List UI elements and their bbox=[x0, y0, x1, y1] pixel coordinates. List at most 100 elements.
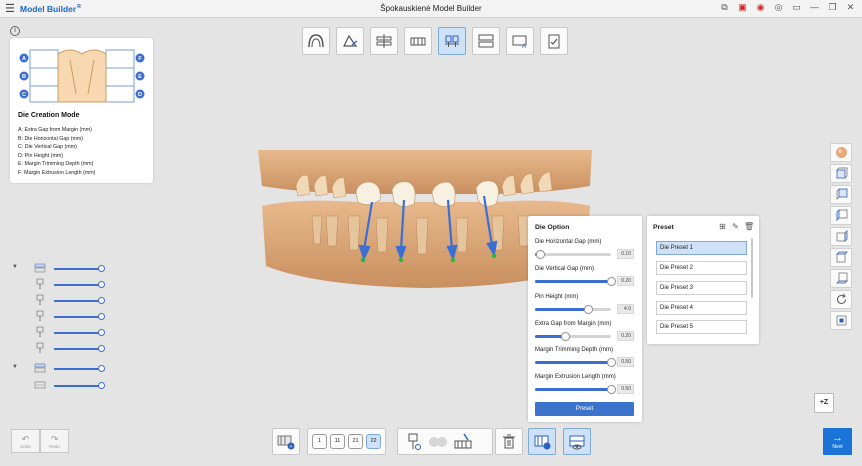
opacity-slider[interactable] bbox=[54, 368, 102, 370]
undo-button[interactable]: ↶ Undo bbox=[11, 429, 40, 453]
layer-row[interactable] bbox=[10, 379, 110, 391]
layer-row[interactable] bbox=[10, 342, 110, 354]
sequence-option[interactable]: 11 bbox=[330, 434, 345, 449]
preset-item[interactable]: Die Preset 3 bbox=[656, 281, 747, 295]
preset-item[interactable]: Die Preset 2 bbox=[656, 261, 747, 275]
option-slider[interactable] bbox=[535, 277, 616, 286]
opacity-slider[interactable] bbox=[54, 284, 102, 286]
add-icon[interactable]: ⊞ bbox=[718, 222, 727, 231]
edit-icon[interactable]: ✎ bbox=[731, 222, 740, 231]
option-value[interactable]: 0.10 bbox=[617, 249, 634, 259]
info-item: F: Margin Extrusion Length (mm) bbox=[18, 169, 96, 176]
articulator-tool[interactable] bbox=[472, 27, 500, 55]
expand-arrow-icon[interactable]: ▼ bbox=[12, 264, 18, 270]
sequence-option[interactable]: 22 bbox=[366, 434, 381, 449]
slider-thumb[interactable] bbox=[560, 332, 570, 341]
layer-row[interactable]: ▼ bbox=[10, 262, 110, 274]
preset-button[interactable]: Preset bbox=[535, 402, 634, 416]
slider-thumb[interactable] bbox=[606, 385, 616, 394]
screenshot-icon[interactable]: ⧉ bbox=[719, 2, 730, 13]
die-settings-button[interactable] bbox=[528, 428, 556, 455]
die-view-button[interactable] bbox=[563, 428, 591, 455]
option-value[interactable]: 0.20 bbox=[617, 331, 634, 341]
opacity-slider-thumb[interactable] bbox=[98, 345, 105, 352]
separate-tool-icon[interactable] bbox=[427, 432, 449, 452]
trim-tool[interactable] bbox=[336, 27, 364, 55]
opacity-slider[interactable] bbox=[54, 300, 102, 302]
option-slider[interactable] bbox=[535, 385, 616, 394]
next-label: Next bbox=[832, 444, 843, 450]
sequence-option[interactable]: 21 bbox=[348, 434, 363, 449]
opacity-slider[interactable] bbox=[54, 316, 102, 318]
color-sphere-button[interactable] bbox=[830, 143, 852, 162]
slider-thumb[interactable] bbox=[606, 277, 616, 286]
option-value[interactable]: 0.50 bbox=[617, 384, 634, 394]
preset-item[interactable]: Die Preset 4 bbox=[656, 301, 747, 315]
die-tool[interactable] bbox=[438, 27, 466, 55]
option-slider[interactable] bbox=[535, 358, 616, 367]
window-icon[interactable]: ▭ bbox=[791, 2, 802, 13]
base-plate-tool[interactable] bbox=[404, 27, 432, 55]
option-value[interactable]: 0.20 bbox=[617, 276, 634, 286]
rotate-button[interactable] bbox=[830, 290, 852, 309]
layer-row[interactable] bbox=[10, 294, 110, 306]
opacity-slider[interactable] bbox=[54, 332, 102, 334]
hamburger-menu-icon[interactable]: ☰ bbox=[0, 2, 20, 15]
delete-die-button[interactable] bbox=[495, 428, 523, 455]
right-view-button[interactable] bbox=[830, 227, 852, 246]
preset-scrollbar[interactable] bbox=[751, 238, 753, 298]
left-view-button[interactable] bbox=[830, 206, 852, 225]
opacity-slider-thumb[interactable] bbox=[98, 365, 105, 372]
sequence-option[interactable]: 1 bbox=[312, 434, 327, 449]
layer-row[interactable] bbox=[10, 278, 110, 290]
expand-arrow-icon[interactable]: ▼ bbox=[12, 364, 18, 370]
slider-thumb[interactable] bbox=[606, 358, 616, 367]
opacity-slider[interactable] bbox=[54, 348, 102, 350]
preset-item[interactable]: Die Preset 1 bbox=[656, 241, 747, 255]
opacity-slider-thumb[interactable] bbox=[98, 313, 105, 320]
option-value[interactable]: 0.50 bbox=[617, 357, 634, 367]
front-view-button[interactable] bbox=[830, 164, 852, 183]
record-icon[interactable]: ◉ bbox=[755, 2, 766, 13]
preset-item[interactable]: Die Preset 5 bbox=[656, 320, 747, 334]
opacity-slider-thumb[interactable] bbox=[98, 382, 105, 389]
pin-tool-icon[interactable] bbox=[402, 432, 424, 452]
redo-button[interactable]: ↷ Redo bbox=[40, 429, 69, 453]
opacity-slider-thumb[interactable] bbox=[98, 281, 105, 288]
fit-view-button[interactable] bbox=[830, 311, 852, 330]
slider-thumb[interactable] bbox=[535, 250, 545, 259]
record-frame-icon[interactable]: ▣ bbox=[737, 2, 748, 13]
back-view-button[interactable] bbox=[830, 185, 852, 204]
checklist-tool[interactable] bbox=[540, 27, 568, 55]
opacity-slider-thumb[interactable] bbox=[98, 329, 105, 336]
add-die-button[interactable]: + bbox=[272, 428, 300, 455]
delete-icon[interactable]: 🗑 bbox=[744, 222, 754, 231]
info-icon[interactable]: i bbox=[10, 26, 20, 36]
maximize-icon[interactable]: ❐ bbox=[827, 2, 838, 13]
info-item: B: Die Horizontal Gap (mm) bbox=[18, 135, 84, 142]
layer-row[interactable] bbox=[10, 310, 110, 322]
minimize-icon[interactable]: — bbox=[809, 2, 820, 13]
arch-model-tool[interactable] bbox=[302, 27, 330, 55]
opacity-slider-thumb[interactable] bbox=[98, 265, 105, 272]
z-axis-button[interactable]: +Z bbox=[814, 393, 834, 413]
opacity-slider-thumb[interactable] bbox=[98, 297, 105, 304]
opacity-slider[interactable] bbox=[54, 385, 102, 387]
camera-icon[interactable]: ◎ bbox=[773, 2, 784, 13]
opacity-slider[interactable] bbox=[54, 268, 102, 270]
layer-row[interactable]: ▼ bbox=[10, 362, 110, 374]
layer-row[interactable] bbox=[10, 326, 110, 338]
option-value[interactable]: 4.0 bbox=[617, 304, 634, 314]
close-icon[interactable]: ✕ bbox=[845, 2, 856, 13]
top-view-button[interactable] bbox=[830, 248, 852, 267]
auto-base-tool[interactable]: A bbox=[506, 27, 534, 55]
base-tool[interactable] bbox=[370, 27, 398, 55]
die-layer-icon bbox=[36, 342, 44, 353]
slider-thumb[interactable] bbox=[584, 305, 594, 314]
option-slider[interactable] bbox=[535, 332, 611, 341]
cut-line-tool-icon[interactable] bbox=[452, 432, 474, 452]
option-slider[interactable] bbox=[535, 305, 611, 314]
next-button[interactable]: → Next bbox=[823, 428, 852, 455]
option-slider[interactable] bbox=[535, 250, 611, 259]
bottom-view-button[interactable] bbox=[830, 269, 852, 288]
